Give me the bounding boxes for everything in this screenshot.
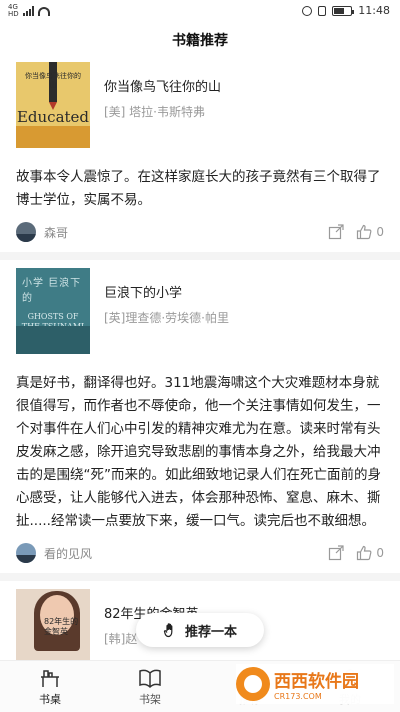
user-name[interactable]: 森哥 (44, 224, 68, 241)
book-cover[interactable]: 小学 巨浪下的 GHOSTS OF THE TSUNAMI (16, 268, 90, 354)
user-name[interactable]: 看的见风 (44, 545, 92, 562)
wave-illustration (16, 326, 90, 354)
recommend-book-button[interactable]: 推荐一本 (136, 613, 264, 647)
recommendation-card[interactable]: 你当像鸟飞往你的山 Educated 你当像鸟飞往你的山 [美] 塔拉·韦斯特弗… (0, 62, 400, 260)
nav-item-bookshelf[interactable]: 书架 (100, 661, 200, 712)
like-count: 0 (376, 546, 384, 560)
thumbs-up-icon (357, 545, 372, 561)
like-button[interactable]: 0 (356, 224, 384, 240)
watermark-logo-icon (236, 667, 270, 701)
review-text[interactable]: 故事本令人震惊了。在这样家庭长大的孩子竟然有三个取得了博士学位，实属不易。 (16, 166, 384, 212)
user-info[interactable]: 森哥 (16, 222, 68, 242)
thumbs-up-icon (357, 224, 372, 240)
card-divider (0, 252, 400, 260)
network-sub-label: HD (8, 10, 19, 18)
nav-label: 书架 (139, 692, 161, 706)
book-cover[interactable]: 你当像鸟飞往你的山 Educated (16, 62, 90, 148)
hand-icon (163, 623, 173, 638)
share-icon[interactable] (328, 224, 344, 240)
recommend-book-label: 推荐一本 (184, 624, 237, 640)
watermark-url: CR173.COM (274, 692, 322, 701)
site-watermark: 西西软件园 CR173.COM (236, 664, 394, 704)
signal-icon (22, 6, 34, 16)
meta-row: 看的见风 0 (16, 533, 384, 573)
book-author: [美] 塔拉·韦斯特弗 (104, 105, 205, 119)
status-bar: 4G HD 11:48 (0, 0, 400, 24)
open-book-icon (139, 669, 161, 688)
page-header: 书籍推荐 (0, 24, 400, 60)
battery-icon (332, 5, 355, 16)
review-text[interactable]: 真是好书，翻译得也好。311地震海啸这个大灾难题材本身就很值得写，而作者也不辱使… (16, 372, 384, 533)
wifi-icon (37, 6, 50, 16)
cover-en-title: Educated (16, 108, 90, 126)
book-author: [英]理查德·劳埃德·帕里 (104, 311, 229, 325)
like-button[interactable]: 0 (356, 545, 384, 561)
meta-row: 森哥 0 (16, 212, 384, 252)
like-count: 0 (376, 225, 384, 239)
nav-label: 书桌 (39, 692, 61, 706)
page-title: 书籍推荐 (172, 33, 228, 49)
network-type: 4G HD (8, 4, 19, 18)
watermark-text: 西西软件园 (274, 672, 359, 692)
book-row[interactable]: 小学 巨浪下的 GHOSTS OF THE TSUNAMI 巨浪下的小学 [英]… (16, 268, 384, 366)
user-info[interactable]: 看的见风 (16, 543, 92, 563)
recommendation-feed[interactable]: 你当像鸟飞往你的山 Educated 你当像鸟飞往你的山 [美] 塔拉·韦斯特弗… (0, 62, 400, 687)
cover-strip (16, 126, 90, 148)
avatar[interactable] (16, 222, 36, 242)
desk-icon (41, 669, 59, 687)
avatar[interactable] (16, 543, 36, 563)
cover-cn-title: 你当像鸟飞往你的山 (25, 72, 81, 89)
recommendation-card[interactable]: 小学 巨浪下的 GHOSTS OF THE TSUNAMI 巨浪下的小学 [英]… (0, 260, 400, 581)
book-row[interactable]: 你当像鸟飞往你的山 Educated 你当像鸟飞往你的山 [美] 塔拉·韦斯特弗 (16, 62, 384, 160)
cover-cn-title: 小学 巨浪下的 (22, 278, 82, 304)
cover-cn-title: 82年生的金智英 (44, 617, 79, 636)
book-title[interactable]: 你当像鸟飞往你的山 (104, 76, 221, 95)
status-time: 11:48 (358, 4, 390, 17)
alarm-icon (302, 5, 313, 16)
nav-item-desk[interactable]: 书桌 (0, 661, 100, 712)
book-title[interactable]: 巨浪下的小学 (104, 282, 229, 301)
card-divider (0, 573, 400, 581)
vibrate-icon (318, 5, 327, 16)
share-icon[interactable] (328, 545, 344, 561)
